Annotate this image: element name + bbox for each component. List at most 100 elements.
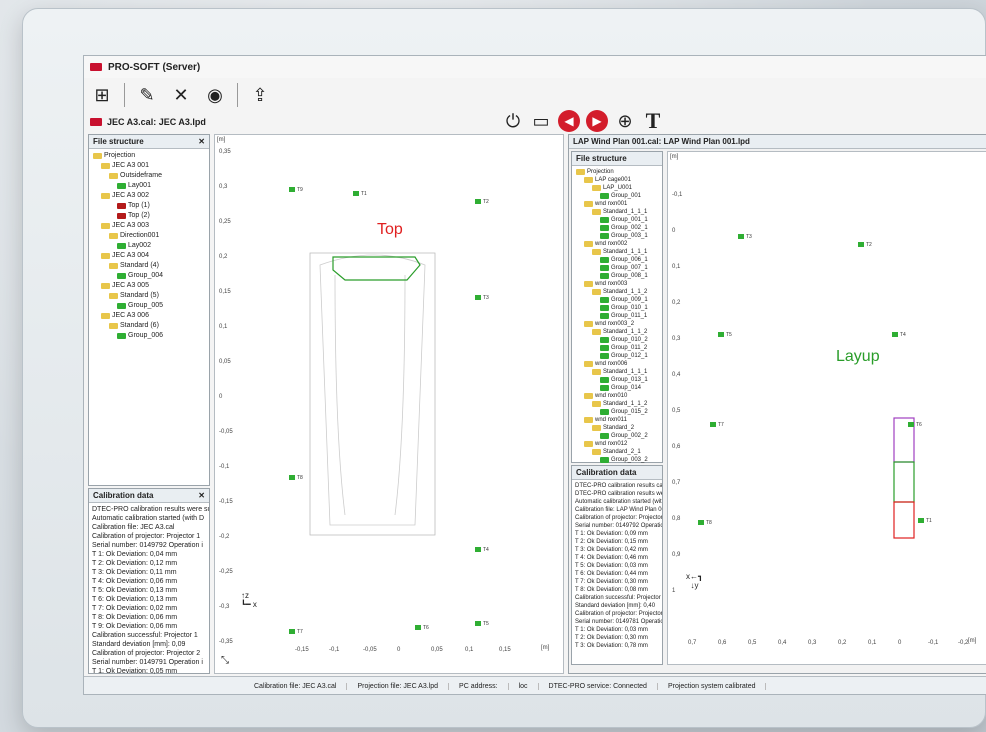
tree-item[interactable]: LAP cage001 [576, 176, 658, 184]
resize-handle-icon[interactable]: ⤡ [221, 655, 229, 666]
tree-item[interactable]: wnd nxn011 [576, 416, 658, 424]
target-marker[interactable] [353, 191, 359, 196]
tree-item[interactable]: Group_006 [93, 331, 205, 341]
tree-item[interactable]: Group_001 [576, 192, 658, 200]
tree-item[interactable]: wnd nxn010 [576, 392, 658, 400]
target-marker[interactable] [892, 332, 898, 337]
folder-icon [600, 193, 609, 199]
tree-item[interactable]: Group_013_1 [576, 376, 658, 384]
text-icon[interactable]: T [642, 108, 664, 133]
tree-item[interactable]: Group_012_1 [576, 352, 658, 360]
tree-item[interactable]: Standard_1_1_1 [576, 248, 658, 256]
tree-item[interactable]: Group_015_2 [576, 408, 658, 416]
target-marker[interactable] [858, 242, 864, 247]
tree-item[interactable]: Group_006_1 [576, 256, 658, 264]
tree-item[interactable]: Lay001 [93, 181, 205, 191]
tree-item[interactable]: JEC A3 005 [93, 281, 205, 291]
tree-item[interactable]: Standard_2_1 [576, 448, 658, 456]
tree-item[interactable]: Group_014 [576, 384, 658, 392]
target-marker[interactable] [698, 520, 704, 525]
projection-view-layup[interactable]: [m] -0,1 0 0,1 0,2 0,3 0,4 0,5 0,6 0,7 0,8 0,9 1 0,… [667, 151, 986, 665]
delete-file-icon[interactable]: ✕ [169, 83, 193, 107]
target-marker[interactable] [475, 621, 481, 626]
tree-item[interactable]: wnd nxn006 [576, 360, 658, 368]
tree-item[interactable]: Standard_1_1_2 [576, 288, 658, 296]
tree-item[interactable]: Group_011_1 [576, 312, 658, 320]
file-structure-panel: File structure ✕ Projection JEC A3 001 Out… [88, 134, 210, 486]
tree-item[interactable]: Standard_1_1_1 [576, 368, 658, 376]
folder-icon [101, 163, 110, 169]
log-line: T 1: Ok Deviation: 0,05 mm [92, 668, 178, 675]
folder-icon [101, 223, 110, 229]
tree-item[interactable]: Group_008_1 [576, 272, 658, 280]
tree-item[interactable]: Group_002_2 [576, 432, 658, 440]
tree-item[interactable]: Group_003_1 [576, 232, 658, 240]
tree-item[interactable]: JEC A3 006 [93, 311, 205, 321]
tree-item-label: JEC A3 004 [112, 252, 149, 259]
target-marker[interactable] [289, 187, 295, 192]
target-marker[interactable] [710, 422, 716, 427]
export-icon[interactable]: ⇪ [248, 83, 272, 107]
previous-icon[interactable]: ◀ [558, 110, 580, 132]
tree-item[interactable]: wnd nxn003 [576, 280, 658, 288]
tree-item[interactable]: Group_003_2 [576, 456, 658, 464]
tree-item[interactable]: Group_010_2 [576, 336, 658, 344]
tree-item[interactable]: Direction001 [93, 231, 205, 241]
target-marker[interactable] [289, 629, 295, 634]
tree-item[interactable]: Group_007_1 [576, 264, 658, 272]
target-marker[interactable] [918, 518, 924, 523]
next-icon[interactable]: ▶ [586, 110, 608, 132]
target-marker[interactable] [908, 422, 914, 427]
tree-item[interactable]: Top (1) [93, 201, 205, 211]
tree-item[interactable]: Group_001_1 [576, 216, 658, 224]
monitor-icon[interactable]: ▭ [530, 110, 552, 132]
tree-item[interactable]: Standard_2 [576, 424, 658, 432]
tree-item-label: Group_005 [128, 302, 164, 309]
edit-file-icon[interactable]: ✎ [135, 83, 159, 107]
tree-item[interactable]: Projection [576, 168, 658, 176]
tree-item[interactable]: Standard (5) [93, 291, 205, 301]
folder-icon [117, 183, 126, 189]
tree-item[interactable]: Standard_1_1_1 [576, 208, 658, 216]
tree-item[interactable]: Standard (4) [93, 261, 205, 271]
folder-icon [101, 283, 110, 289]
tree-item[interactable]: wnd nxn001 [576, 200, 658, 208]
tree-item[interactable]: Standard_1_1_2 [576, 328, 658, 336]
new-project-icon[interactable]: ⊞ [90, 83, 114, 107]
tree-item[interactable]: JEC A3 002 [93, 191, 205, 201]
target-marker[interactable] [738, 234, 744, 239]
tree-item[interactable]: Outsideframe [93, 171, 205, 181]
tree-item[interactable]: Group_005 [93, 301, 205, 311]
tree-item-label: wnd nxn012 [595, 441, 628, 447]
tree-item[interactable]: Group_009_1 [576, 296, 658, 304]
tree-item[interactable]: Group_002_1 [576, 224, 658, 232]
tree-item[interactable]: JEC A3 001 [93, 161, 205, 171]
tree-item[interactable]: Top (2) [93, 211, 205, 221]
target-marker[interactable] [475, 547, 481, 552]
view-icon[interactable]: ◉ [203, 83, 227, 107]
tree-item[interactable]: Lay002 [93, 241, 205, 251]
close-icon[interactable]: ✕ [198, 137, 205, 146]
tree-item[interactable]: Standard_1_1_2 [576, 400, 658, 408]
tree-item[interactable]: Group_010_1 [576, 304, 658, 312]
y-tick-label: 0,1 [672, 264, 681, 270]
close-icon[interactable]: ✕ [198, 491, 205, 500]
tree-item[interactable]: Group_004 [93, 271, 205, 281]
tree-item[interactable]: wnd nxn003_2 [576, 320, 658, 328]
tree-item[interactable]: Standard (6) [93, 321, 205, 331]
tree-item[interactable]: wnd nxn012 [576, 440, 658, 448]
target-marker[interactable] [415, 625, 421, 630]
target-marker[interactable] [475, 295, 481, 300]
projection-view-top[interactable]: [m] 0,35 0,3 0,25 0,2 0,15 0,1 0,05 0 -0,05 -0,1 -… [214, 134, 564, 674]
power-icon[interactable]: ⏻ [502, 110, 524, 132]
target-marker[interactable] [475, 199, 481, 204]
target-marker[interactable] [718, 332, 724, 337]
tree-item[interactable]: JEC A3 003 [93, 221, 205, 231]
tree-item[interactable]: Projection [93, 151, 205, 161]
tree-item[interactable]: Group_011_2 [576, 344, 658, 352]
tree-item[interactable]: wnd nxn002 [576, 240, 658, 248]
zoom-icon[interactable]: ⊕ [614, 110, 636, 132]
tree-item[interactable]: JEC A3 004 [93, 251, 205, 261]
tree-item[interactable]: LAP_U001 [576, 184, 658, 192]
target-marker[interactable] [289, 475, 295, 480]
